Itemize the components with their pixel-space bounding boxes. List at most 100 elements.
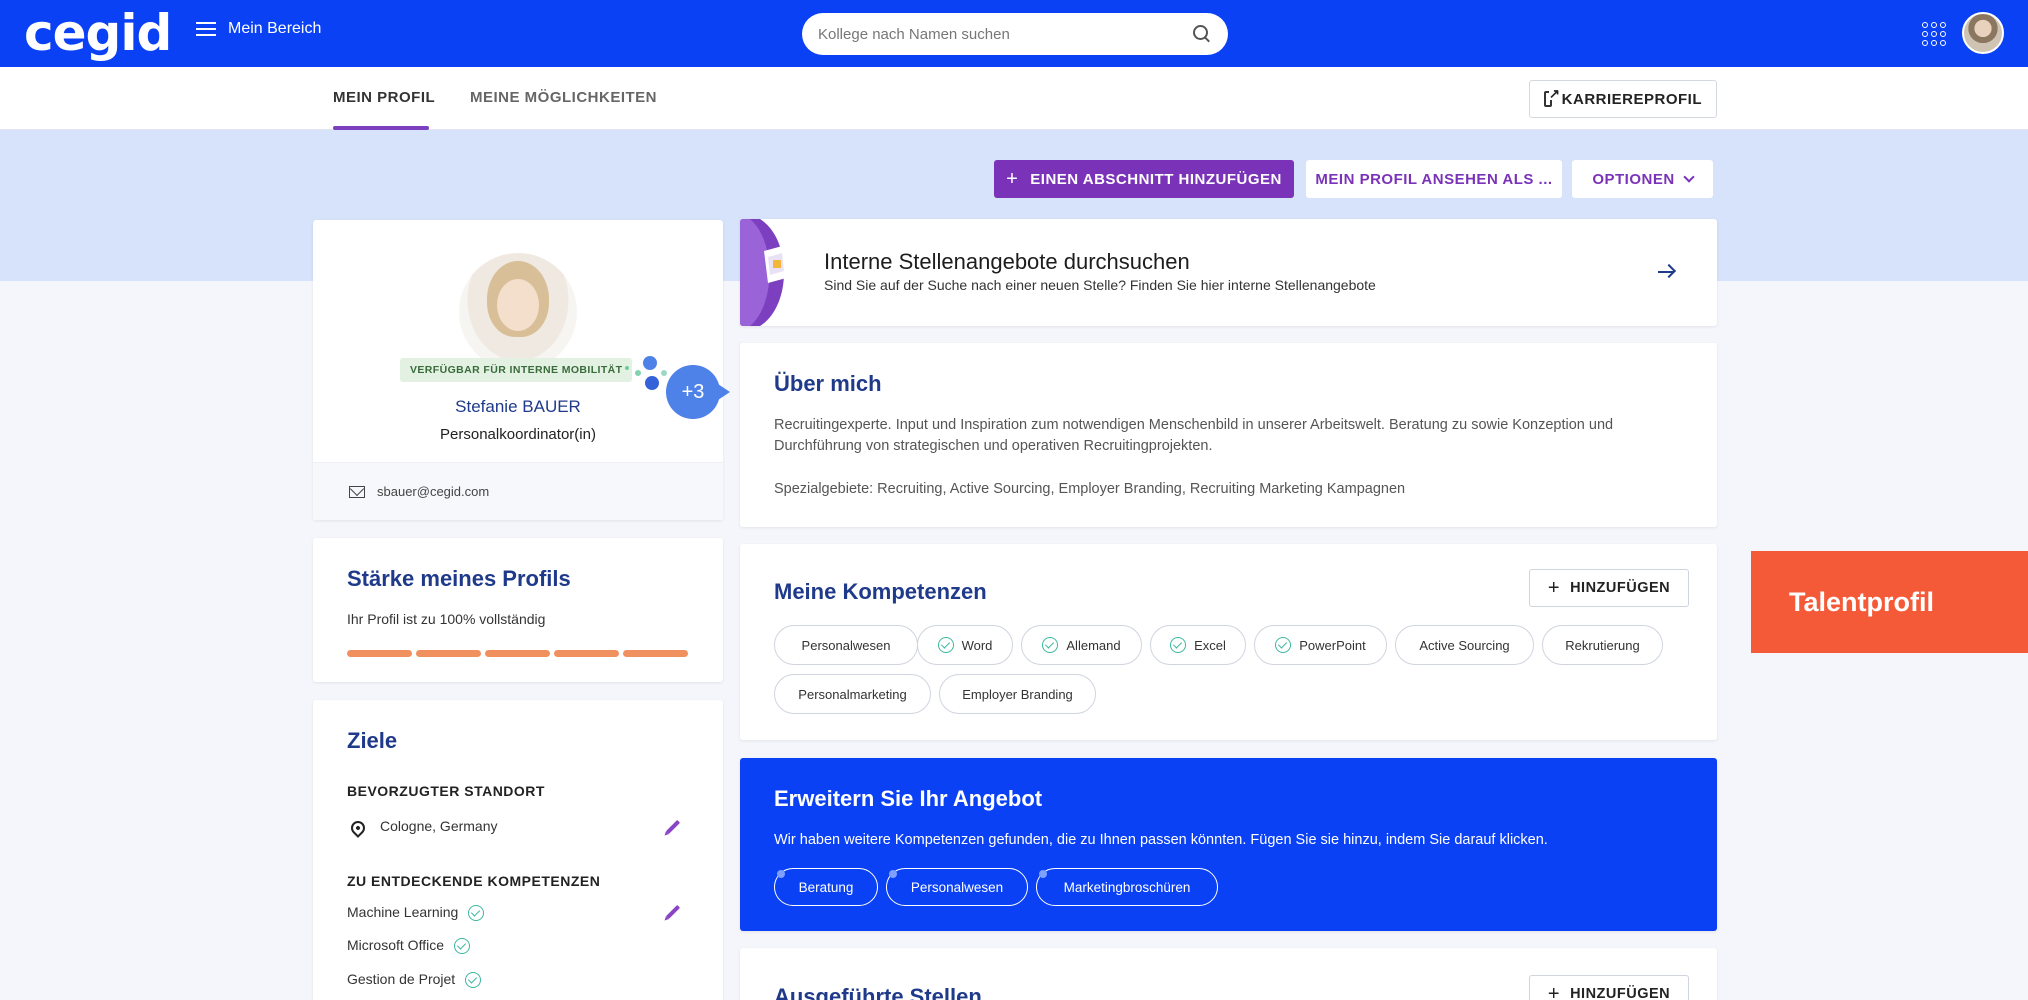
- verified-check-icon: [1042, 637, 1059, 653]
- suggested-skill-chip[interactable]: Personalwesen: [886, 868, 1028, 906]
- profile-strength-text: Ihr Profil ist zu 100% vollständig: [347, 611, 546, 627]
- decor-dot: [643, 356, 657, 370]
- profile-strength-card: Stärke meines Profils Ihr Profil ist zu …: [313, 538, 723, 682]
- skill-chip-label: Personalwesen: [801, 637, 891, 653]
- skill-chip[interactable]: Allemand: [1021, 625, 1142, 665]
- suggested-skill-chip[interactable]: Beratung: [774, 868, 878, 906]
- skill-chip[interactable]: Word: [917, 625, 1013, 665]
- verified-check-icon: [937, 637, 954, 653]
- profile-photo: [459, 253, 577, 371]
- skill-to-discover: Microsoft Office: [347, 937, 470, 955]
- plus-icon: +: [1006, 168, 1019, 190]
- plus-icon: +: [1547, 577, 1561, 599]
- hamburger-icon: [196, 22, 216, 36]
- skill-chip[interactable]: Personalwesen: [774, 625, 918, 665]
- plus-icon: +: [1547, 983, 1561, 1000]
- career-profile-button[interactable]: KARRIEREPROFIL: [1529, 80, 1717, 118]
- skill-to-discover-label: Machine Learning: [347, 904, 459, 920]
- skill-chip[interactable]: Excel: [1150, 625, 1246, 665]
- tab-my-profile[interactable]: MEIN PROFIL: [333, 89, 435, 106]
- suggested-skill-label: Beratung: [798, 879, 854, 895]
- about-me-specialties: Spezialgebiete: Recruiting, Active Sourc…: [774, 481, 1406, 497]
- progress-segment: [347, 650, 412, 657]
- internal-jobs-subtitle: Sind Sie auf der Suche nach einer neuen …: [824, 277, 1376, 293]
- profile-name: Stefanie BAUER: [455, 397, 581, 416]
- talent-profile-tab[interactable]: Talentprofil: [1751, 551, 2028, 653]
- skill-chip[interactable]: Personalmarketing: [774, 674, 931, 714]
- skill-chip-label: PowerPoint: [1299, 637, 1366, 653]
- verified-check-icon: [1170, 637, 1187, 653]
- skill-to-discover-label: Gestion de Projet: [347, 971, 456, 987]
- main-menu-button[interactable]: Mein Bereich: [196, 20, 321, 38]
- progress-segment: [485, 650, 550, 657]
- check-circle-icon: [465, 972, 482, 989]
- job-search-illustration-icon: [740, 219, 804, 326]
- preferred-location-value: Cologne, Germany: [380, 818, 498, 834]
- about-me-text: Recruitingexperte. Input und Inspiration…: [774, 417, 1614, 454]
- email-row: sbauer@cegid.com: [313, 462, 723, 520]
- decor-dot: [635, 370, 641, 376]
- skill-chip[interactable]: Rekrutierung: [1542, 625, 1663, 665]
- mail-icon: [349, 485, 365, 498]
- skill-chip-label: Active Sourcing: [1419, 637, 1510, 653]
- view-profile-as-button[interactable]: MEIN PROFIL ANSEHEN ALS ...: [1306, 160, 1562, 198]
- external-link-icon: [1544, 87, 1560, 107]
- goals-card: Ziele BEVORZUGTER STANDORT Cologne, Germ…: [313, 700, 723, 1000]
- decor-dot: [625, 366, 629, 370]
- chevron-down-icon: [1683, 171, 1695, 183]
- add-position-button[interactable]: + HINZUFÜGEN: [1529, 975, 1689, 1000]
- colleague-search: [802, 13, 1228, 55]
- location-pin-icon: [348, 818, 368, 838]
- preferred-location-label: BEVORZUGTER STANDORT: [347, 783, 545, 799]
- skill-chip-label: Excel: [1194, 637, 1226, 653]
- mobility-badge: VERFÜGBAR FÜR INTERNE MOBILITÄT: [400, 358, 633, 382]
- add-position-label: HINZUFÜGEN: [1570, 986, 1671, 1000]
- about-me-title: Über mich: [774, 371, 882, 396]
- suggested-skills-title: Erweitern Sie Ihr Angebot: [774, 786, 1043, 811]
- search-icon[interactable]: [1192, 24, 1212, 44]
- arrow-right-icon[interactable]: [1658, 263, 1676, 281]
- skill-to-discover-label: Microsoft Office: [347, 937, 444, 953]
- positions-card: Ausgeführte Stellen + HINZUFÜGEN: [740, 948, 1717, 1000]
- skill-chip[interactable]: PowerPoint: [1254, 625, 1387, 665]
- cegid-logo[interactable]: cegid: [24, 4, 172, 62]
- edit-skills-pencil-icon[interactable]: [665, 904, 681, 920]
- skill-chip[interactable]: Employer Branding: [939, 674, 1096, 714]
- edit-location-pencil-icon[interactable]: [665, 819, 681, 835]
- positions-title: Ausgeführte Stellen: [774, 984, 982, 1000]
- profile-card: VERFÜGBAR FÜR INTERNE MOBILITÄT +3 Stefa…: [313, 220, 730, 520]
- suggested-skill-chip[interactable]: Marketingbroschüren: [1036, 868, 1218, 906]
- decor-dot: [645, 376, 659, 390]
- profile-email[interactable]: sbauer@cegid.com: [377, 484, 489, 499]
- colleague-search-input[interactable]: [818, 25, 1192, 43]
- goals-title: Ziele: [347, 728, 398, 753]
- skill-chip-label: Allemand: [1066, 637, 1121, 653]
- suggested-skill-label: Marketingbroschüren: [1063, 879, 1191, 895]
- options-label: OPTIONEN: [1592, 170, 1675, 188]
- skill-to-discover: Machine Learning: [347, 904, 485, 922]
- profile-role: Personalkoordinator(in): [440, 426, 596, 443]
- add-skill-label: HINZUFÜGEN: [1570, 580, 1671, 596]
- tab-my-opportunities[interactable]: MEINE MÖGLICHKEITEN: [470, 89, 657, 106]
- internal-jobs-card[interactable]: Interne Stellenangebote durchsuchen Sind…: [740, 219, 1717, 326]
- add-section-button[interactable]: + EINEN ABSCHNITT HINZUFÜGEN: [994, 160, 1294, 198]
- top-bar: cegid Mein Bereich: [0, 0, 2028, 67]
- options-button[interactable]: OPTIONEN: [1572, 160, 1713, 198]
- add-skill-button[interactable]: + HINZUFÜGEN: [1529, 569, 1689, 607]
- my-skills-card: Meine Kompetenzen + HINZUFÜGEN Personalw…: [740, 544, 1717, 740]
- profile-strength-title: Stärke meines Profils: [347, 566, 571, 591]
- skill-to-discover: Gestion de Projet: [347, 971, 482, 989]
- skill-chip-label: Rekrutierung: [1565, 637, 1640, 653]
- progress-segment: [554, 650, 619, 657]
- apps-grid-icon[interactable]: [1922, 22, 1946, 46]
- internal-jobs-title: Interne Stellenangebote durchsuchen: [824, 249, 1190, 274]
- profile-subnav: MEIN PROFIL MEINE MÖGLICHKEITEN KARRIERE…: [0, 67, 2028, 130]
- main-menu-label: Mein Bereich: [228, 20, 322, 37]
- skill-chip[interactable]: Active Sourcing: [1395, 625, 1534, 665]
- suggested-skill-label: Personalwesen: [910, 879, 1004, 895]
- verified-check-icon: [1275, 637, 1292, 653]
- suggested-skills-text: Wir haben weitere Kompetenzen gefunden, …: [774, 832, 1548, 848]
- user-avatar[interactable]: [1962, 12, 2004, 54]
- view-profile-as-label: MEIN PROFIL ANSEHEN ALS ...: [1315, 170, 1553, 188]
- skill-chip-label: Personalmarketing: [798, 686, 907, 702]
